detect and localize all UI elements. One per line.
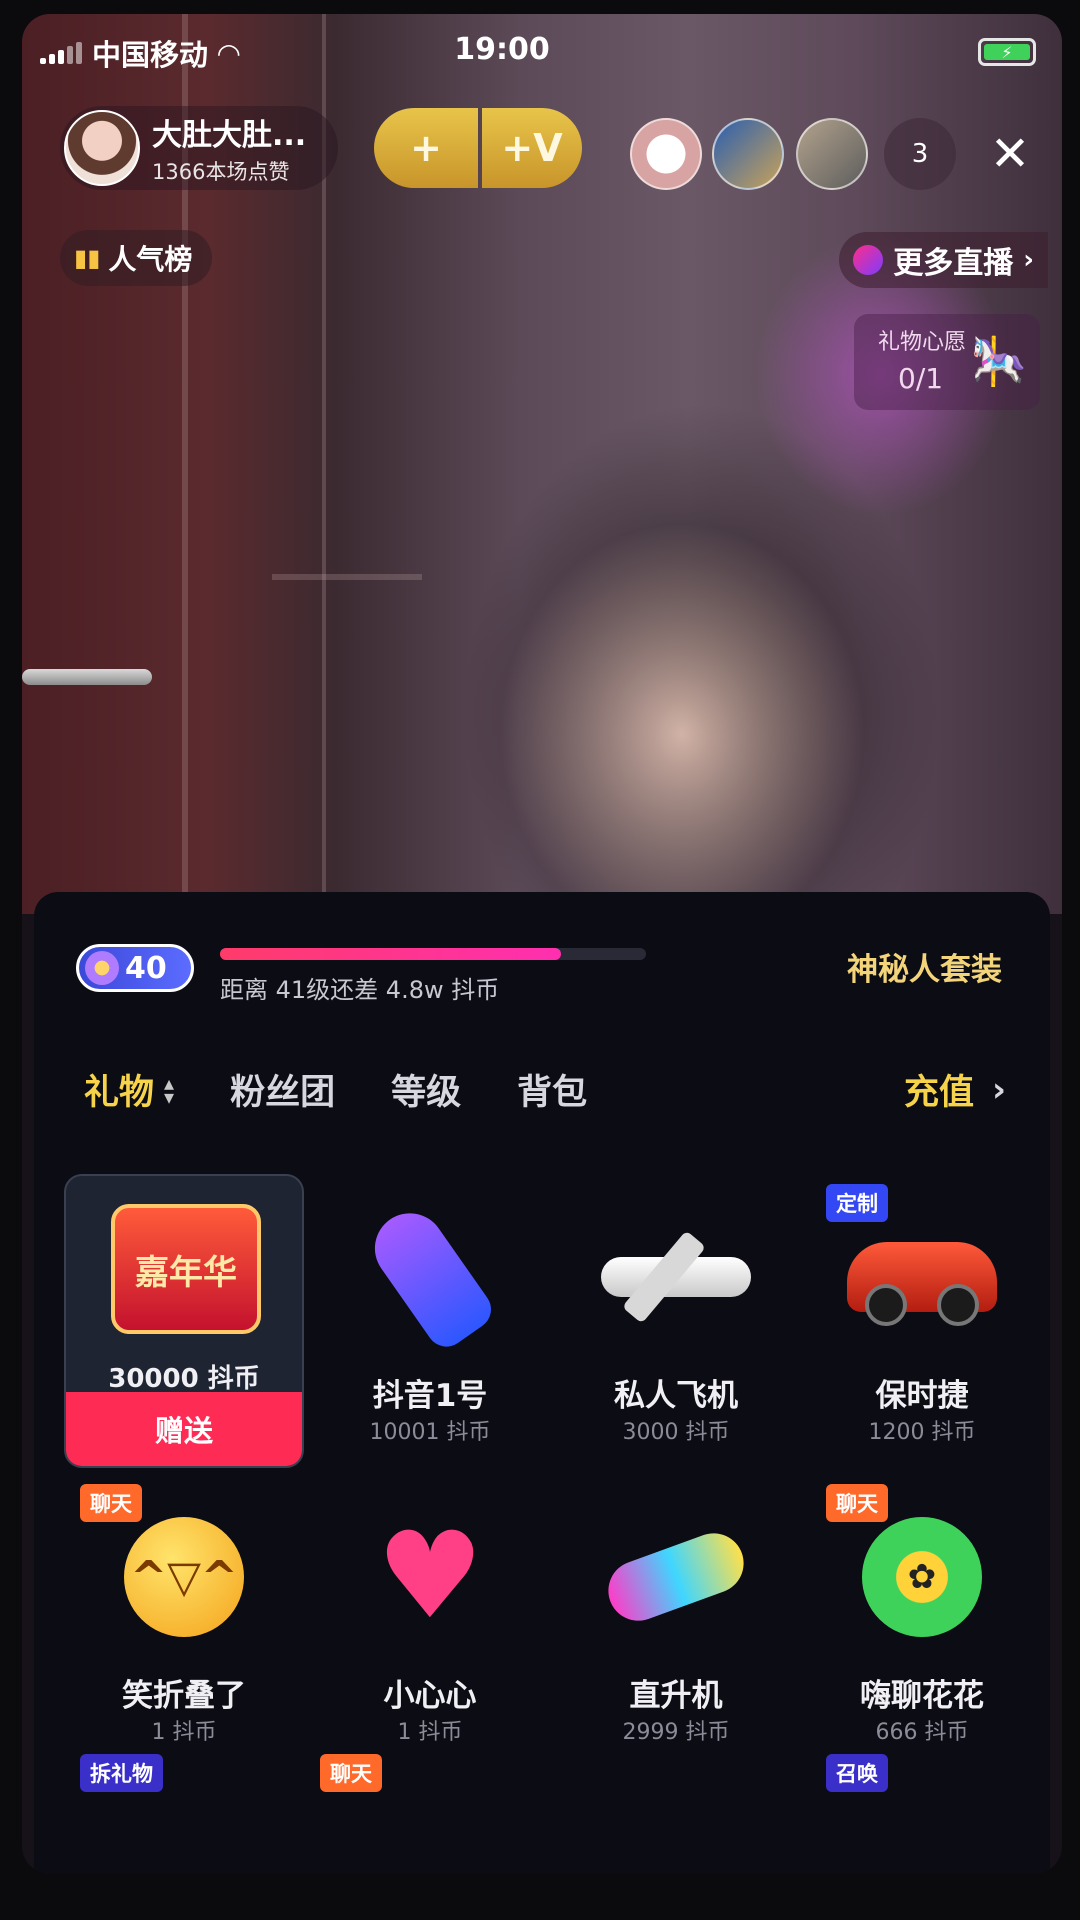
gem-icon bbox=[85, 951, 119, 985]
tab-level[interactable]: 等级 bbox=[391, 1064, 461, 1115]
more-live-button[interactable]: 更多直播 › bbox=[839, 232, 1048, 288]
flower-icon: ✿ bbox=[842, 1502, 1002, 1652]
clock: 19:00 bbox=[454, 32, 550, 67]
host-likes: 1366本场点赞 bbox=[152, 160, 290, 184]
gift-name: 抖音1号 bbox=[372, 1378, 488, 1414]
gift-price: 1 抖币 bbox=[397, 1720, 463, 1745]
tab-backpack[interactable]: 背包 bbox=[517, 1064, 587, 1115]
door-handle bbox=[22, 669, 152, 685]
popularity-rank-button[interactable]: ▮▮ 人气榜 bbox=[60, 230, 213, 286]
more-live-label: 更多直播 bbox=[893, 246, 1014, 281]
gift-price: 30000 抖币 bbox=[108, 1364, 260, 1394]
status-bar: 中国移动 ◠ 19:00 ⚡ bbox=[22, 14, 1062, 84]
chat-tag: 聊天 bbox=[320, 1754, 382, 1792]
send-gift-button[interactable]: 赠送 bbox=[66, 1392, 302, 1466]
live-screen: 中国移动 ◠ 19:00 ⚡ 大肚大肚... 1366本场点赞 + +V 3 ✕… bbox=[22, 14, 1062, 1874]
gift-item[interactable]: 直升机 2999 抖币 bbox=[556, 1474, 796, 1768]
tab-gifts[interactable]: 礼物 ▴ ▾ bbox=[84, 1064, 174, 1115]
heart-plus-icon: + bbox=[410, 126, 442, 170]
summon-tag: 召唤 bbox=[826, 1754, 888, 1792]
gift-price: 1200 抖币 bbox=[868, 1420, 976, 1445]
close-icon[interactable]: ✕ bbox=[980, 124, 1040, 184]
rank-label: 人气榜 bbox=[108, 243, 193, 276]
carnival-icon: 嘉年华 bbox=[106, 1194, 266, 1344]
unbox-tag: 拆礼物 bbox=[80, 1754, 163, 1792]
host-name: 大肚大肚... bbox=[152, 118, 307, 153]
gift-item[interactable]: 召唤 bbox=[802, 1754, 1042, 1818]
host-avatar[interactable] bbox=[64, 110, 140, 186]
door-frame bbox=[272, 574, 422, 580]
helicopter-icon bbox=[596, 1502, 756, 1652]
recharge-button[interactable]: 充值 › bbox=[904, 1064, 1006, 1115]
vip-icon: +V bbox=[501, 126, 563, 170]
viewer-avatar[interactable] bbox=[712, 118, 784, 190]
gift-name: 直升机 bbox=[629, 1678, 723, 1714]
chevron-right-icon: › bbox=[1023, 245, 1034, 275]
wish-title: 礼物心愿 bbox=[878, 330, 967, 355]
gift-item[interactable]: 私人飞机 3000 抖币 bbox=[556, 1174, 796, 1468]
plane-icon bbox=[596, 1202, 756, 1352]
user-level-badge[interactable]: 40 bbox=[76, 944, 194, 992]
gift-price: 666 抖币 bbox=[875, 1720, 969, 1745]
car-icon bbox=[842, 1202, 1002, 1352]
carriage-icon: 🎠 bbox=[970, 334, 1028, 388]
gift-item[interactable]: 定制 保时捷 1200 抖币 bbox=[802, 1174, 1042, 1468]
live-dot-icon bbox=[853, 245, 884, 275]
laugh-icon: ^▽^ bbox=[104, 1502, 264, 1652]
gift-tabs: 礼物 ▴ ▾ 粉丝团 等级 背包 bbox=[84, 1064, 643, 1115]
level-progress-fill bbox=[220, 948, 561, 960]
chevron-right-icon: › bbox=[991, 1069, 1006, 1110]
gift-name: 小心心 bbox=[383, 1678, 477, 1714]
gift-item-carnival[interactable]: 嘉年华 30000 抖币 赠送 bbox=[64, 1174, 304, 1468]
gift-wish-card[interactable]: 礼物心愿 0/1 🎠 bbox=[854, 314, 1040, 410]
gift-price: 2999 抖币 bbox=[622, 1720, 730, 1745]
gift-name: 保时捷 bbox=[875, 1378, 969, 1414]
level-number: 40 bbox=[125, 950, 167, 986]
gift-price: 10001 抖币 bbox=[369, 1420, 491, 1445]
battery-icon: ⚡ bbox=[978, 38, 1036, 66]
gift-price: 3000 抖币 bbox=[622, 1420, 730, 1445]
gift-price: 1 抖币 bbox=[151, 1720, 217, 1745]
gift-name: 笑折叠了 bbox=[122, 1678, 246, 1714]
viewer-avatar[interactable] bbox=[796, 118, 868, 190]
rocket-icon bbox=[350, 1199, 510, 1355]
level-progress-bar bbox=[220, 948, 646, 960]
tab-fan-club[interactable]: 粉丝团 bbox=[230, 1064, 335, 1115]
tab-gifts-label: 礼物 bbox=[84, 1073, 155, 1113]
gift-name: 私人飞机 bbox=[614, 1378, 738, 1414]
gift-name: 嗨聊花花 bbox=[860, 1678, 984, 1714]
heart-icon: ♥ bbox=[376, 1507, 484, 1646]
gift-panel: 40 距离 41级还差 4.8w 抖币 神秘人套装 礼物 ▴ ▾ 粉丝团 等级 背… bbox=[34, 892, 1050, 1874]
follow-heart-button[interactable]: + bbox=[374, 108, 478, 188]
host-info[interactable]: 大肚大肚... 1366本场点赞 bbox=[60, 106, 338, 190]
sort-icon: ▴ ▾ bbox=[164, 1070, 175, 1109]
follow-buttons: + +V bbox=[374, 108, 582, 188]
viewer-avatar[interactable] bbox=[630, 118, 702, 190]
gift-item[interactable]: 拆礼物 bbox=[64, 1754, 304, 1818]
gift-item[interactable]: ♥ 小心心 1 抖币 bbox=[310, 1474, 550, 1768]
wish-progress: 0/1 bbox=[898, 362, 944, 395]
gift-item[interactable]: 聊天 ✿ 嗨聊花花 666 抖币 bbox=[802, 1474, 1042, 1768]
level-progress-text: 距离 41级还差 4.8w 抖币 bbox=[220, 976, 500, 1004]
mystery-outfit-link[interactable]: 神秘人套装 bbox=[847, 944, 1002, 989]
gift-item[interactable]: 聊天 ^▽^ 笑折叠了 1 抖币 bbox=[64, 1474, 304, 1768]
gift-item[interactable]: 抖音1号 10001 抖币 bbox=[310, 1174, 550, 1468]
vip-button[interactable]: +V bbox=[482, 108, 582, 188]
recharge-label: 充值 bbox=[903, 1073, 974, 1113]
gift-item[interactable]: 聊天 bbox=[310, 1754, 550, 1818]
viewer-count[interactable]: 3 bbox=[884, 118, 956, 190]
bar-chart-icon: ▮▮ bbox=[74, 244, 101, 272]
